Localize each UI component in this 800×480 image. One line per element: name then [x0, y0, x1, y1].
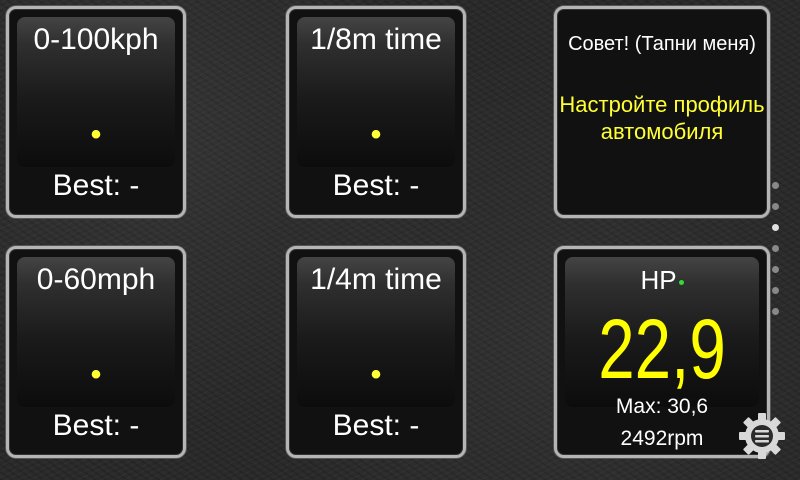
tile-quarter-mile-time[interactable]: 1/4m time • Best: -: [286, 246, 466, 458]
tile-title: 1/8m time: [310, 23, 442, 56]
status-indicator: •: [370, 358, 382, 391]
page-dot[interactable]: [772, 308, 779, 315]
menu-button[interactable]: [736, 410, 788, 462]
tip-text: Настройте профиль автомобиля: [559, 92, 765, 144]
tile-0-100kph[interactable]: 0-100kph • Best: -: [6, 6, 186, 218]
page-dot-active[interactable]: [772, 224, 779, 231]
page-dot[interactable]: [772, 182, 779, 189]
page-dot[interactable]: [772, 203, 779, 210]
hp-value: 22,9: [598, 302, 726, 396]
tile-title: 0-60mph: [36, 263, 156, 296]
status-led-icon: [678, 279, 684, 285]
tile-title: 0-100kph: [33, 23, 159, 56]
page-indicator[interactable]: [772, 182, 780, 329]
tip-title: Совет! (Тапни меня): [568, 33, 756, 55]
page-dot[interactable]: [772, 245, 779, 252]
best-result: Best: -: [332, 409, 420, 442]
hp-label: HP: [557, 265, 767, 296]
status-indicator: •: [370, 118, 382, 151]
best-result: Best: -: [52, 409, 140, 442]
page-dot[interactable]: [772, 287, 779, 294]
tile-title: 1/4m time: [310, 263, 442, 296]
tile-0-60mph[interactable]: 0-60mph • Best: -: [6, 246, 186, 458]
best-result: Best: -: [52, 169, 140, 202]
status-indicator: •: [90, 358, 102, 391]
status-indicator: •: [90, 118, 102, 151]
tile-eighth-mile-time[interactable]: 1/8m time • Best: -: [286, 6, 466, 218]
best-result: Best: -: [332, 169, 420, 202]
page-dot[interactable]: [772, 266, 779, 273]
tip-tile[interactable]: Совет! (Тапни меня) Настройте профиль ав…: [554, 6, 770, 218]
gear-menu-icon: [739, 413, 785, 459]
